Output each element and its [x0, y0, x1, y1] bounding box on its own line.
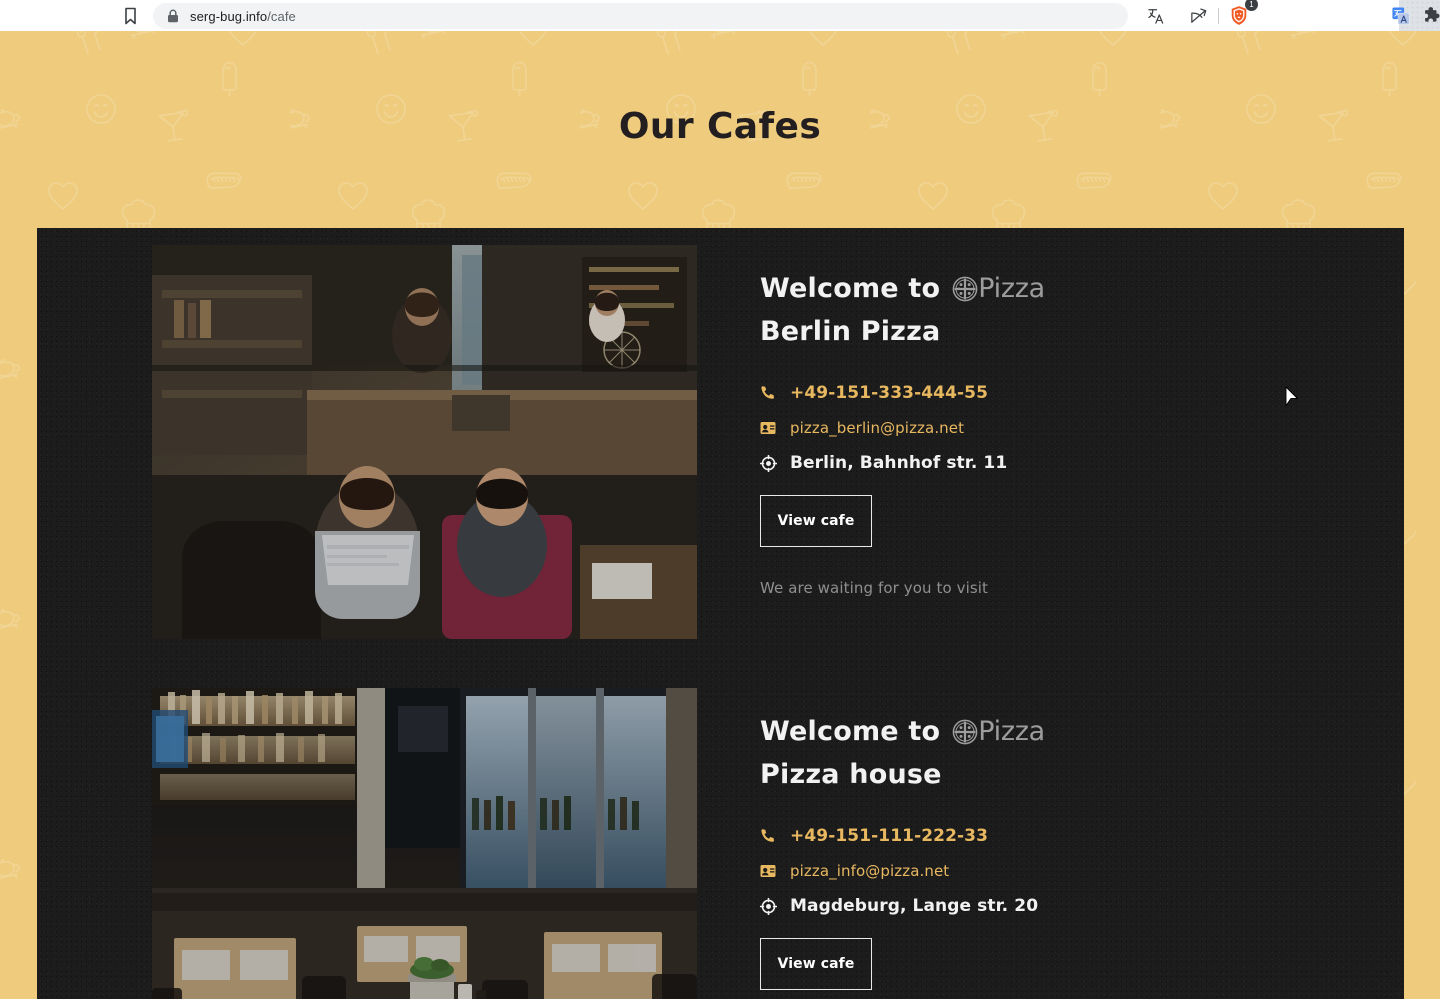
location-target-icon	[760, 897, 780, 915]
contact-card-icon	[760, 421, 780, 435]
contact-phone-row[interactable]: +49-151-111-222-33	[760, 826, 1045, 846]
waiting-note: We are waiting for you to visit	[760, 579, 989, 597]
contact-email-row[interactable]: pizza_berlin@pizza.net	[760, 419, 1045, 437]
cafe-name: Berlin Pizza	[760, 316, 941, 347]
phone-icon	[760, 828, 780, 844]
welcome-line: Welcome to Pizza	[760, 718, 1045, 745]
contact-list: +49-151-333-444-55 pizza_berlin@pizza.ne…	[760, 383, 1045, 473]
brand-mark: Pizza	[952, 275, 1045, 302]
location-target-icon	[760, 454, 780, 472]
url-path: /cafe	[267, 8, 296, 24]
cafe-info: Welcome to	[760, 688, 1045, 999]
url-host: serg-bug.info	[190, 8, 268, 24]
brand-mark: Pizza	[952, 718, 1045, 745]
toolbar-divider	[1218, 7, 1219, 24]
cafe-email: pizza_info@pizza.net	[790, 862, 950, 880]
cafe-photo	[152, 245, 697, 639]
contact-address-row: Berlin, Bahnhof str. 11	[760, 453, 1045, 473]
google-translate-extension-icon[interactable]	[1392, 7, 1410, 30]
browser-toolbar: serg-bug.info/cafe 1	[0, 0, 1440, 31]
welcome-prefix: Welcome to	[760, 273, 941, 304]
welcome-line: Welcome to Pizza	[760, 275, 1045, 302]
url-text: serg-bug.info/cafe	[190, 9, 296, 24]
bookmark-icon[interactable]	[120, 6, 140, 26]
cafes-panel: Welcome to Pizza Berlin Pizza +49-151-33…	[37, 228, 1404, 999]
cafe-photo	[152, 688, 697, 999]
page-content: Our Cafes Welcome to Pizza Berlin Pizza …	[0, 31, 1440, 999]
brave-shield-icon[interactable]: 1	[1225, 0, 1258, 30]
welcome-prefix: Welcome to	[760, 716, 941, 747]
cafe-name: Pizza house	[760, 759, 942, 790]
cafe-card: Welcome to	[152, 245, 1382, 639]
contact-card-icon	[760, 864, 780, 878]
address-bar[interactable]: serg-bug.info/cafe	[153, 3, 1128, 29]
page-title: Our Cafes	[618, 106, 822, 147]
view-cafe-button[interactable]: View cafe	[760, 495, 872, 547]
cafe-phone: +49-151-111-222-33	[790, 826, 989, 846]
brand-word: Pizza	[978, 716, 1045, 747]
pizza-logo-icon	[952, 276, 978, 302]
brand-word: Pizza	[978, 273, 1045, 304]
contact-address-row: Magdeburg, Lange str. 20	[760, 896, 1045, 916]
cafe-card: Welcome to	[152, 688, 1382, 999]
toolbar-right-group: 1	[1128, 0, 1400, 31]
cafe-address: Magdeburg, Lange str. 20	[790, 896, 1039, 916]
cafe-phone: +49-151-333-444-55	[790, 383, 989, 403]
view-cafe-button[interactable]: View cafe	[760, 938, 872, 990]
phone-icon	[760, 385, 780, 401]
cafe-info: Welcome to	[760, 245, 1045, 639]
contact-list: +49-151-111-222-33 pizza_info@pizza.net …	[760, 826, 1045, 916]
pizza-logo-icon	[952, 719, 978, 745]
contact-phone-row[interactable]: +49-151-333-444-55	[760, 383, 1045, 403]
puzzle-piece-extensions-icon[interactable]	[1423, 6, 1440, 30]
cafe-address: Berlin, Bahnhof str. 11	[790, 453, 1008, 473]
toolbar-left-group: serg-bug.info/cafe	[0, 0, 1128, 31]
contact-email-row[interactable]: pizza_info@pizza.net	[760, 862, 1045, 880]
translate-icon[interactable]	[1142, 2, 1170, 30]
share-icon[interactable]	[1184, 2, 1212, 30]
brave-shield-badge: 1	[1245, 0, 1258, 11]
lock-icon	[167, 9, 179, 23]
cafe-email: pizza_berlin@pizza.net	[790, 419, 965, 437]
